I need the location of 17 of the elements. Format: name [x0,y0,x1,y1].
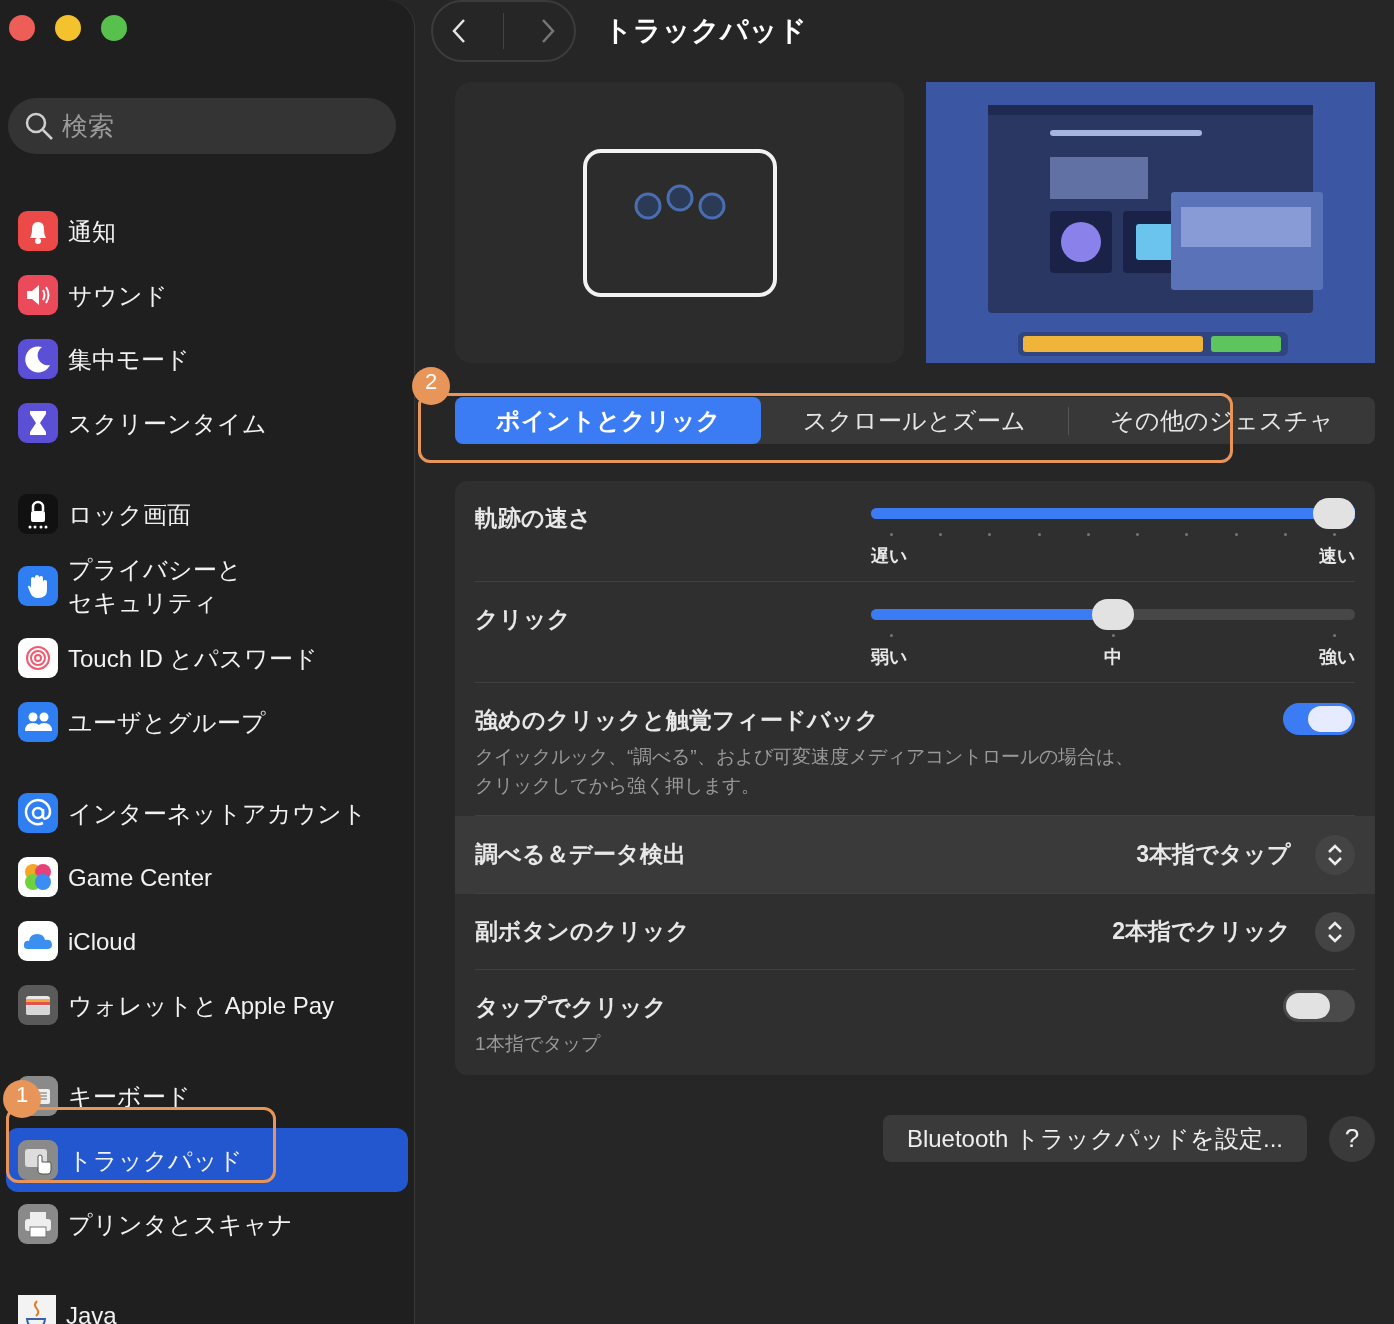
setting-label: タップでクリック [475,993,667,1022]
window-title: トラックパッド [604,14,807,48]
slider-label: 遅い [871,545,907,568]
setting-label: 調べる＆データ検出 [475,840,686,870]
slider-label: 中 [1104,646,1122,669]
popup-value: 2本指でクリック [1112,917,1291,947]
setting-label: 強めのクリックと触覚フィードバック [475,706,880,735]
setting-label: 副ボタンのクリック [475,917,690,947]
popup-value: 3本指でタップ [1136,840,1291,870]
setting-label: 軌跡の速さ [475,504,592,533]
slider-label: 弱い [871,646,907,669]
setting-label: クリック [475,605,571,634]
setting-description: クイックルック、“調べる”、および可変速度メディアコントロールの場合は、クリックしてから強く押します。 [475,744,1135,798]
setting-description: 1本指でタップ [475,1031,602,1056]
slider-label: 強い [1319,646,1355,669]
slider-label: 速い [1319,545,1355,568]
step-number: 2 [412,367,450,405]
